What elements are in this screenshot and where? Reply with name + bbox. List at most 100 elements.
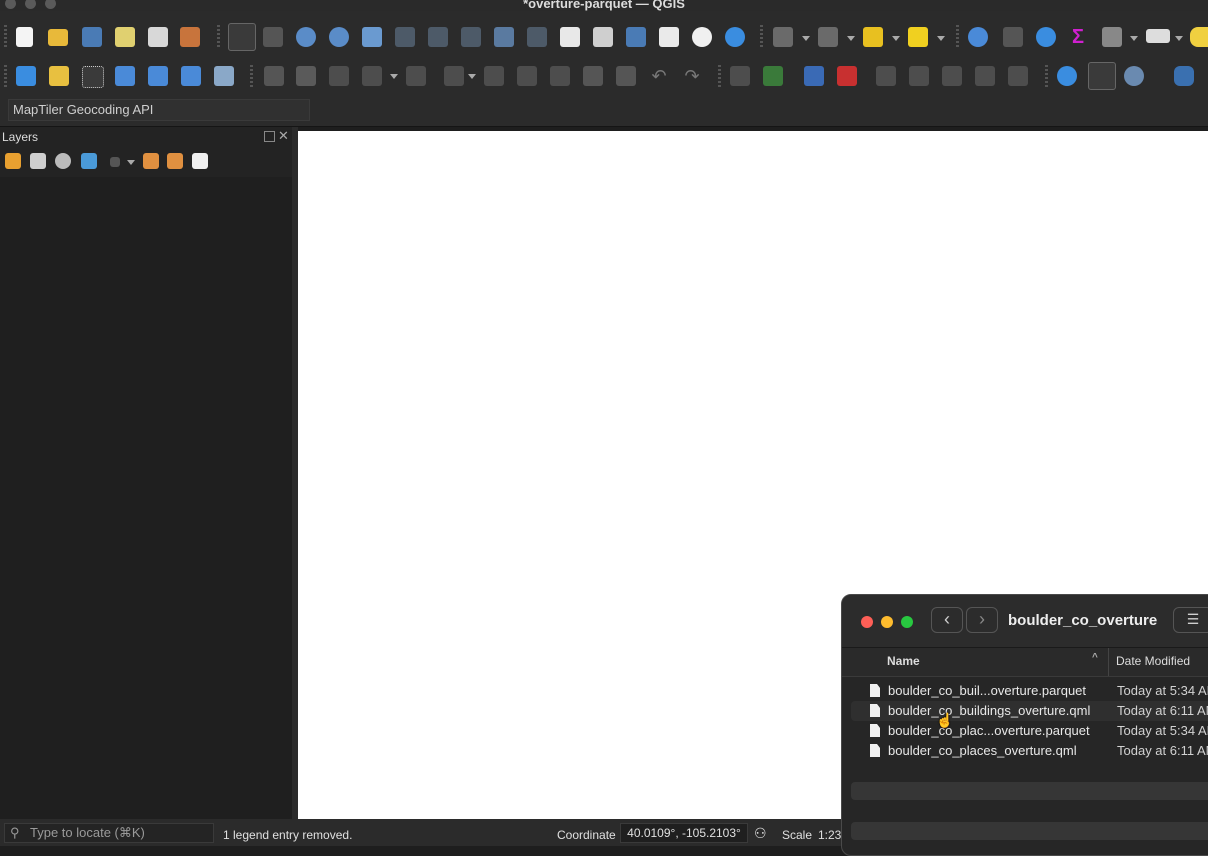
cut-features-icon[interactable] bbox=[550, 66, 570, 86]
refresh-icon[interactable] bbox=[725, 27, 745, 47]
file-row[interactable]: boulder_co_plac...overture.parquet Today… bbox=[851, 721, 1208, 741]
toolbar-grip[interactable] bbox=[4, 65, 7, 89]
zoom-in-icon[interactable] bbox=[296, 27, 316, 47]
modify-attributes-icon[interactable] bbox=[484, 66, 504, 86]
new-temporary-layer-icon[interactable] bbox=[82, 66, 104, 88]
rotate-label-icon[interactable] bbox=[975, 66, 995, 86]
add-mesh-layer-icon[interactable] bbox=[214, 66, 234, 86]
redo-icon[interactable]: ↷ bbox=[682, 66, 702, 86]
chevron-down-icon[interactable] bbox=[847, 36, 855, 41]
python-console-icon[interactable] bbox=[1174, 66, 1194, 86]
pin-labels-icon[interactable] bbox=[876, 66, 896, 86]
column-divider[interactable] bbox=[1108, 648, 1109, 676]
back-chevron-icon[interactable]: ‹ bbox=[931, 607, 963, 633]
data-source-manager-icon[interactable] bbox=[16, 66, 36, 86]
file-row[interactable]: boulder_co_places_overture.qml Today at … bbox=[851, 741, 1208, 761]
filter-expression-icon[interactable] bbox=[110, 157, 120, 167]
layer-styling-icon[interactable] bbox=[5, 153, 21, 169]
close-icon[interactable]: ✕ bbox=[278, 128, 289, 144]
collapse-all-icon[interactable] bbox=[167, 153, 183, 169]
deselect-features-icon[interactable] bbox=[863, 27, 883, 47]
coordinate-field[interactable]: 40.0109°, -105.2103° bbox=[620, 823, 748, 843]
move-label-icon[interactable] bbox=[942, 66, 962, 86]
current-edits-icon[interactable] bbox=[264, 66, 284, 86]
add-vector-layer-icon[interactable] bbox=[148, 66, 168, 86]
chevron-down-icon[interactable] bbox=[127, 160, 135, 165]
new-bookmark-icon[interactable] bbox=[626, 27, 646, 47]
delete-selected-icon[interactable] bbox=[517, 66, 537, 86]
toolbar-grip[interactable] bbox=[1045, 65, 1048, 89]
web-globe-icon[interactable] bbox=[1088, 62, 1116, 90]
pan-map-icon[interactable] bbox=[228, 23, 256, 51]
eye-icon[interactable] bbox=[55, 153, 71, 169]
chevron-down-icon[interactable] bbox=[1130, 36, 1138, 41]
style-manager-icon[interactable] bbox=[180, 27, 200, 47]
highlight-pinned-labels-icon[interactable] bbox=[837, 66, 857, 86]
new-project-icon[interactable] bbox=[16, 27, 33, 47]
toolbar-grip[interactable] bbox=[956, 25, 959, 49]
zoom-next-icon[interactable] bbox=[527, 27, 547, 47]
copy-features-icon[interactable] bbox=[583, 66, 603, 86]
digitize-line-icon[interactable] bbox=[362, 66, 382, 86]
toolbar-grip[interactable] bbox=[718, 65, 721, 89]
toggle-editing-pencil-icon[interactable] bbox=[296, 66, 316, 86]
chevron-down-icon[interactable] bbox=[892, 36, 900, 41]
toolbar-grip[interactable] bbox=[760, 25, 763, 49]
float-panel-icon[interactable] bbox=[264, 131, 275, 142]
layout-manager-icon[interactable] bbox=[148, 27, 168, 47]
gear-icon[interactable] bbox=[1036, 27, 1056, 47]
digitize-polygon-icon[interactable] bbox=[406, 66, 426, 86]
vertex-tool-icon[interactable] bbox=[444, 66, 464, 86]
label-toolbar-icon[interactable] bbox=[730, 66, 750, 86]
toggle-extents-mouse-icon[interactable]: ⚇ bbox=[754, 825, 767, 842]
change-label-icon[interactable] bbox=[1008, 66, 1028, 86]
zoom-native-icon[interactable] bbox=[461, 27, 481, 47]
new-3d-view-icon[interactable] bbox=[593, 27, 613, 47]
show-hide-labels-icon[interactable] bbox=[909, 66, 929, 86]
new-print-layout-icon[interactable] bbox=[115, 27, 135, 47]
geocoder-search-input[interactable]: MapTiler Geocoding API bbox=[8, 99, 310, 121]
select-by-value-icon[interactable] bbox=[818, 27, 838, 47]
layer-labeling-icon[interactable] bbox=[804, 66, 824, 86]
locator-search-input[interactable]: ⚲ Type to locate (⌘K) bbox=[4, 823, 214, 843]
statistics-sum-icon[interactable]: Σ bbox=[1068, 27, 1088, 47]
date-column-header[interactable]: Date Modified bbox=[1116, 654, 1190, 668]
zoom-out-icon[interactable] bbox=[329, 27, 349, 47]
name-column-header[interactable]: Name bbox=[887, 654, 920, 668]
layers-tree[interactable] bbox=[0, 177, 292, 819]
save-edits-icon[interactable] bbox=[329, 66, 349, 86]
expand-all-icon[interactable] bbox=[143, 153, 159, 169]
finder-close-icon[interactable] bbox=[861, 616, 873, 628]
chevron-down-icon[interactable] bbox=[802, 36, 810, 41]
measure-ruler-icon[interactable] bbox=[1146, 29, 1170, 43]
zoom-full-icon[interactable] bbox=[362, 27, 382, 47]
show-bookmarks-icon[interactable] bbox=[659, 27, 679, 47]
chevron-down-icon[interactable] bbox=[468, 74, 476, 79]
chevron-down-icon[interactable] bbox=[390, 74, 398, 79]
temporal-controller-icon[interactable] bbox=[692, 27, 712, 47]
toolbar-grip[interactable] bbox=[250, 65, 253, 89]
finder-zoom-icon[interactable] bbox=[901, 616, 913, 628]
new-geopackage-layer-icon[interactable] bbox=[49, 66, 69, 86]
paste-features-icon[interactable] bbox=[616, 66, 636, 86]
map-tips-icon[interactable] bbox=[1190, 27, 1208, 47]
remove-layer-icon[interactable] bbox=[192, 153, 208, 169]
filter-legend-icon[interactable] bbox=[81, 153, 97, 169]
select-features-icon[interactable] bbox=[773, 27, 793, 47]
chevron-down-icon[interactable] bbox=[1175, 36, 1183, 41]
attribute-table-icon[interactable] bbox=[1102, 27, 1122, 47]
add-group-icon[interactable] bbox=[30, 153, 46, 169]
pan-to-selection-icon[interactable] bbox=[263, 27, 283, 47]
zoom-to-selection-icon[interactable] bbox=[395, 27, 415, 47]
add-raster-layer-icon[interactable] bbox=[181, 66, 201, 86]
toolbar-grip[interactable] bbox=[4, 25, 7, 49]
scale-value[interactable]: 1:23 bbox=[818, 828, 841, 842]
chevron-down-icon[interactable] bbox=[937, 36, 945, 41]
add-delimited-text-icon[interactable] bbox=[115, 66, 135, 86]
save-project-icon[interactable] bbox=[82, 27, 102, 47]
identify-features-icon[interactable] bbox=[968, 27, 988, 47]
zoom-last-icon[interactable] bbox=[494, 27, 514, 47]
metasearch-globe-icon[interactable] bbox=[1057, 66, 1077, 86]
new-map-view-icon[interactable] bbox=[560, 27, 580, 47]
finder-minimize-icon[interactable] bbox=[881, 616, 893, 628]
